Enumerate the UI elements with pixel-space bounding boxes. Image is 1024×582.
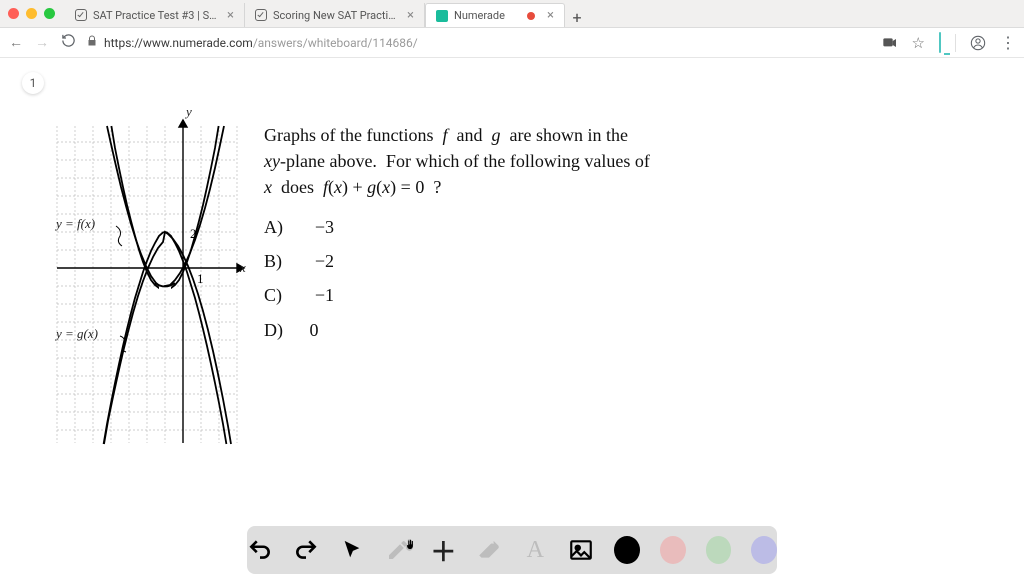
mouse-cursor-icon — [403, 538, 417, 552]
pencil-tool-button[interactable] — [385, 536, 411, 564]
eraser-tool-button[interactable] — [476, 536, 502, 564]
tab-strip: SAT Practice Test #3 | SAT Su × Scoring … — [65, 0, 1016, 27]
pointer-tool-button[interactable] — [339, 536, 365, 564]
kebab-menu-icon[interactable]: ⋮ — [1000, 33, 1016, 52]
tab-label: Scoring New SAT Practice Tes — [273, 9, 401, 22]
answer-a[interactable]: A)−3 — [264, 214, 724, 240]
answer-d[interactable]: D)0 — [264, 317, 724, 343]
browser-toolbar: ← → https://www.numerade.com/answers/whi… — [0, 28, 1024, 58]
add-tool-button[interactable]: ＋ — [430, 536, 456, 564]
tab-scoring-sat[interactable]: Scoring New SAT Practice Tes × — [245, 3, 425, 27]
answer-b[interactable]: B)−2 — [264, 248, 724, 274]
address-bar[interactable]: https://www.numerade.com/answers/whitebo… — [86, 35, 872, 50]
slide-number-badge[interactable]: 1 — [22, 72, 44, 94]
url-path: /answers/whiteboard/114686/ — [253, 36, 418, 50]
color-black-button[interactable] — [614, 536, 640, 564]
tab-numerade[interactable]: Numerade × — [425, 3, 565, 27]
color-pink-button[interactable] — [660, 536, 686, 564]
question-text: Graphs of the functions f and g are show… — [264, 122, 724, 351]
maximize-window-button[interactable] — [44, 8, 55, 19]
minimize-window-button[interactable] — [26, 8, 37, 19]
tab-sat-practice-3[interactable]: SAT Practice Test #3 | SAT Su × — [65, 3, 245, 27]
question-line-2: xy-plane above. For which of the followi… — [264, 148, 724, 174]
image-tool-button[interactable] — [568, 536, 594, 564]
profile-avatar-icon[interactable] — [970, 35, 986, 51]
question-line-1: Graphs of the functions f and g are show… — [264, 122, 724, 148]
whiteboard-toolbar: ＋ A — [247, 526, 777, 574]
close-window-button[interactable] — [8, 8, 19, 19]
window-controls — [8, 8, 55, 19]
camera-indicator-icon[interactable] — [882, 35, 898, 51]
numerade-favicon-icon — [436, 10, 448, 22]
tab-label: Numerade — [454, 9, 527, 22]
text-tool-button[interactable]: A — [522, 536, 548, 564]
url-host: https://www.numerade.com — [104, 36, 253, 50]
tab-close-icon[interactable]: × — [547, 9, 554, 22]
page-content: 1 — [0, 58, 1024, 582]
toolbar-right: ☆ ⋮ — [882, 33, 1016, 52]
color-green-button[interactable] — [706, 536, 732, 564]
question-graph: 2 1 — [38, 108, 248, 448]
toolbar-divider — [955, 34, 956, 52]
tab-close-icon[interactable]: × — [407, 9, 414, 22]
redo-button[interactable] — [293, 536, 319, 564]
browser-titlebar: SAT Practice Test #3 | SAT Su × Scoring … — [0, 0, 1024, 28]
cast-screen-icon[interactable] — [939, 33, 941, 52]
question-line-3: x does f(x) + g(x) = 0 ? — [264, 174, 724, 200]
tab-close-icon[interactable]: × — [227, 9, 234, 22]
answer-list: A)−3 B)−2 C)−1 D)0 — [264, 214, 724, 342]
whiteboard-canvas[interactable]: 2 1 — [10, 106, 1014, 582]
answer-c[interactable]: C)−1 — [264, 282, 724, 308]
color-purple-button[interactable] — [751, 536, 777, 564]
back-button[interactable]: ← — [8, 34, 24, 51]
collegeboard-favicon-icon — [255, 9, 267, 21]
recording-indicator-icon — [527, 12, 535, 20]
forward-button[interactable]: → — [34, 34, 50, 51]
lock-icon — [86, 35, 98, 50]
collegeboard-favicon-icon — [75, 9, 87, 21]
bookmark-star-icon[interactable]: ☆ — [912, 34, 925, 52]
tab-label: SAT Practice Test #3 | SAT Su — [93, 9, 221, 22]
undo-button[interactable] — [247, 536, 273, 564]
new-tab-button[interactable]: + — [565, 8, 589, 27]
reload-button[interactable] — [60, 33, 76, 52]
